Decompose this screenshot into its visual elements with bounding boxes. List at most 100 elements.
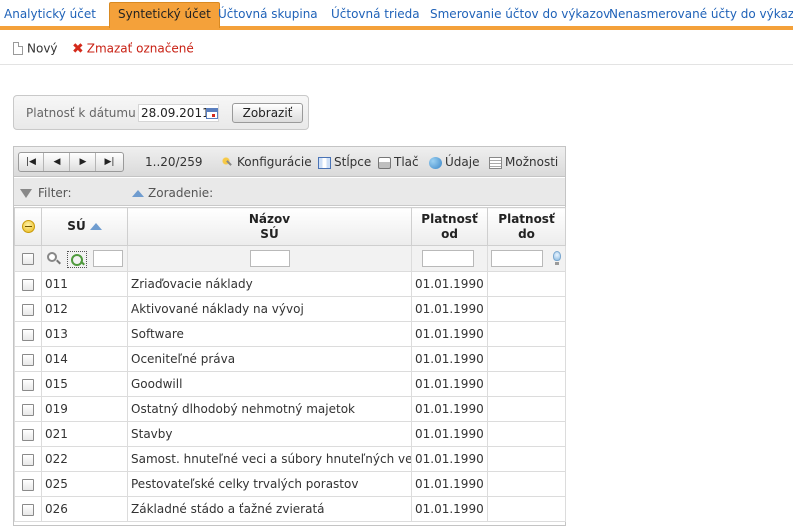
accounts-grid: |◀ ◀ ▶ ▶| 1..20/259 Konfigurácie Stĺpce … (13, 146, 566, 526)
next-page-icon[interactable]: ▶ (71, 153, 96, 171)
row-checkbox[interactable] (22, 478, 34, 491)
column-header-platnost-do[interactable]: Platnosť do (487, 207, 566, 246)
table-row[interactable]: 014 Oceniteľné práva 01.01.1990 (14, 346, 566, 372)
nazov-filter-input[interactable] (250, 250, 290, 267)
sort-area[interactable]: Zoradenie: (132, 186, 213, 200)
su-filter-input[interactable] (93, 250, 123, 267)
do-filter-input[interactable] (491, 250, 543, 267)
column-od-label-1: Platnosť (421, 211, 478, 226)
tab-uctovna-trieda[interactable]: Účtovná trieda (331, 5, 420, 26)
cell-platnost-do (487, 421, 566, 447)
table-row[interactable]: 019 Ostatný dlhodobý nehmotný majetok 01.0… (14, 396, 566, 422)
row-checkbox[interactable] (22, 453, 34, 466)
cell-nazov: Aktivované náklady na vývoj (127, 296, 412, 322)
validity-date-panel: Platnosť k dátumu 28.09.2011 Zobraziť (13, 95, 309, 130)
print-button[interactable]: Tlač (378, 154, 419, 170)
cell-su: 021 (41, 421, 128, 447)
cell-platnost-od: 01.01.1990 (411, 421, 488, 447)
column-header-nazov[interactable]: Názov SÚ (127, 207, 412, 246)
data-button[interactable]: Údaje (429, 154, 479, 170)
calendar-icon[interactable] (206, 108, 218, 119)
table-row[interactable]: 011 Zriaďovacie náklady 01.01.1990 (14, 271, 566, 297)
od-filter-input[interactable] (422, 250, 474, 267)
cell-nazov: Stavby (127, 421, 412, 447)
filter-area[interactable]: Filter: (20, 186, 72, 200)
cell-platnost-od: 01.01.1990 (411, 271, 488, 297)
cell-nazov: Základné stádo a ťažné zvieratá (127, 496, 412, 522)
cell-platnost-od: 01.01.1990 (411, 446, 488, 472)
table-row[interactable]: 021 Stavby 01.01.1990 (14, 421, 566, 447)
tab-uctovna-skupina[interactable]: Účtovná skupina (218, 5, 318, 26)
select-all-header[interactable] (14, 207, 42, 246)
hint-bulb-icon[interactable] (553, 251, 561, 265)
page-range: 1..20/259 (145, 155, 203, 169)
table-row[interactable]: 026 Základné stádo a ťažné zvieratá 01.01.… (14, 496, 566, 522)
row-checkbox[interactable] (22, 428, 34, 441)
table-row[interactable]: 025 Pestovateľské celky trvalých porastov… (14, 471, 566, 497)
filter-sort-bar: Filter: Zoradenie: (14, 178, 565, 206)
row-checkbox-cell (14, 496, 42, 522)
table-row[interactable]: 015 Goodwill 01.01.1990 (14, 371, 566, 397)
cell-nazov: Ostatný dlhodobý nehmotný majetok (127, 396, 412, 422)
tab-nenasmerovane-ucty[interactable]: Nenasmerované účty do výkazu (609, 5, 793, 26)
filter-label: Filter: (38, 186, 72, 200)
table-row[interactable]: 012 Aktivované náklady na vývoj 01.01.1990 (14, 296, 566, 322)
columns-icon (318, 156, 331, 169)
cell-nazov: Pestovateľské celky trvalých porastov (127, 471, 412, 497)
cell-nazov: Oceniteľné práva (127, 346, 412, 372)
cell-su: 025 (41, 471, 128, 497)
delete-x-icon: ✖ (72, 40, 84, 57)
tab-smerovanie-uctov[interactable]: Smerovanie účtov do výkazov (430, 5, 610, 26)
columns-label: Stĺpce (334, 155, 372, 169)
column-do-label-2: do (518, 226, 535, 241)
column-header-su[interactable]: SÚ (41, 207, 128, 246)
sort-label: Zoradenie: (148, 186, 214, 200)
row-checkbox[interactable] (22, 503, 34, 516)
tab-synteticky-ucet[interactable]: Syntetický účet (109, 2, 220, 28)
table-row[interactable]: 013 Software 01.01.1990 (14, 321, 566, 347)
cell-su: 014 (41, 346, 128, 372)
show-button[interactable]: Zobraziť (232, 103, 303, 123)
row-checkbox-cell (14, 296, 42, 322)
cell-su: 026 (41, 496, 128, 522)
row-checkbox-cell (14, 471, 42, 497)
row-checkbox-cell (14, 371, 42, 397)
od-filter-cell (411, 245, 488, 272)
column-filter-row (14, 245, 566, 272)
column-header-platnost-od[interactable]: Platnosť od (411, 207, 488, 246)
select-toggle-icon[interactable] (21, 220, 35, 233)
search-advanced-icon[interactable] (67, 251, 87, 268)
row-checkbox[interactable] (22, 353, 34, 366)
cell-platnost-do (487, 321, 566, 347)
row-checkbox-cell (14, 396, 42, 422)
new-button[interactable]: Nový (13, 40, 58, 56)
options-button[interactable]: Možnosti (489, 154, 558, 170)
cell-su: 012 (41, 296, 128, 322)
row-checkbox[interactable] (22, 328, 34, 341)
cell-su: 013 (41, 321, 128, 347)
configurations-button[interactable]: Konfigurácie (221, 154, 312, 170)
columns-button[interactable]: Stĺpce (318, 154, 371, 170)
column-nazov-label-1: Názov (248, 211, 291, 226)
row-checkbox[interactable] (22, 403, 34, 416)
cell-platnost-od: 01.01.1990 (411, 396, 488, 422)
delete-selected-button[interactable]: ✖ Zmazať označené (72, 40, 194, 56)
first-page-icon[interactable]: |◀ (19, 153, 44, 171)
new-document-icon (13, 42, 23, 55)
cell-platnost-do (487, 296, 566, 322)
prev-page-icon[interactable]: ◀ (45, 153, 70, 171)
cell-nazov: Goodwill (127, 371, 412, 397)
row-checkbox[interactable] (22, 278, 34, 291)
cell-platnost-od: 01.01.1990 (411, 371, 488, 397)
cell-platnost-od: 01.01.1990 (411, 346, 488, 372)
row-checkbox[interactable] (22, 303, 34, 316)
last-page-icon[interactable]: ▶| (97, 153, 122, 171)
search-icon[interactable] (47, 252, 57, 262)
row-checkbox-cell (14, 321, 42, 347)
tab-analyticky-ucet[interactable]: Analytický účet (4, 5, 96, 26)
row-checkbox[interactable] (22, 378, 34, 391)
table-row[interactable]: 022 Samost. hnuteľné veci a súbory hnuteľ… (14, 446, 566, 472)
new-button-label: Nový (27, 41, 58, 56)
options-label: Možnosti (505, 155, 559, 169)
filter-row-checkbox[interactable] (22, 253, 34, 265)
